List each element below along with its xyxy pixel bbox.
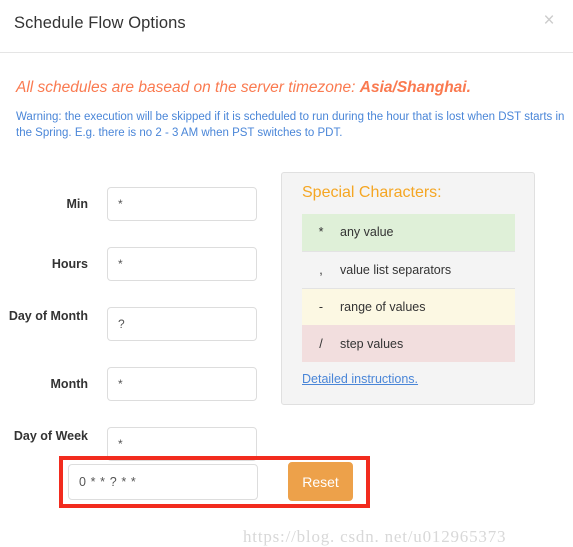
special-description: any value <box>340 214 515 252</box>
cron-expression-input[interactable] <box>68 464 258 500</box>
label-day-of-week: Day of Week <box>13 429 88 443</box>
month-input[interactable] <box>107 367 257 401</box>
reset-button[interactable]: Reset <box>288 462 353 501</box>
special-description: range of values <box>340 288 515 325</box>
special-symbol: - <box>302 288 340 325</box>
special-symbol: * <box>302 214 340 252</box>
page-title: Schedule Flow Options <box>14 14 186 32</box>
table-row: , value list separators <box>302 251 515 289</box>
hours-input[interactable] <box>107 247 257 281</box>
close-icon[interactable]: × <box>538 10 560 32</box>
label-month: Month <box>50 377 88 391</box>
special-description: step values <box>340 325 515 362</box>
label-hours: Hours <box>51 257 88 271</box>
special-symbol: / <box>302 325 340 362</box>
label-min: Min <box>66 197 88 211</box>
dialog-header: Schedule Flow Options × <box>0 0 573 53</box>
timezone-name: Asia/Shanghai. <box>359 79 471 96</box>
special-symbol: , <box>302 251 340 289</box>
special-characters-title: Special Characters: <box>302 184 442 201</box>
watermark-text: https://blog. csdn. net/u012965373 <box>243 527 507 546</box>
detailed-instructions-link[interactable]: Detailed instructions. <box>302 372 418 386</box>
day-of-month-input[interactable] <box>107 307 257 341</box>
minutes-input[interactable] <box>107 187 257 221</box>
label-day-of-month: Day of Month <box>8 309 88 323</box>
cron-field-form: Min Hours Day of Month Month Day of Week <box>0 53 270 510</box>
table-row: / step values <box>302 325 515 362</box>
special-characters-panel: Special Characters: * any value , value … <box>281 172 535 405</box>
dialog-body: All schedules are basead on the server t… <box>0 53 573 546</box>
special-characters-table: * any value , value list separators - ra… <box>302 214 515 362</box>
special-description: value list separators <box>340 251 515 289</box>
table-row: - range of values <box>302 288 515 325</box>
table-row: * any value <box>302 214 515 252</box>
